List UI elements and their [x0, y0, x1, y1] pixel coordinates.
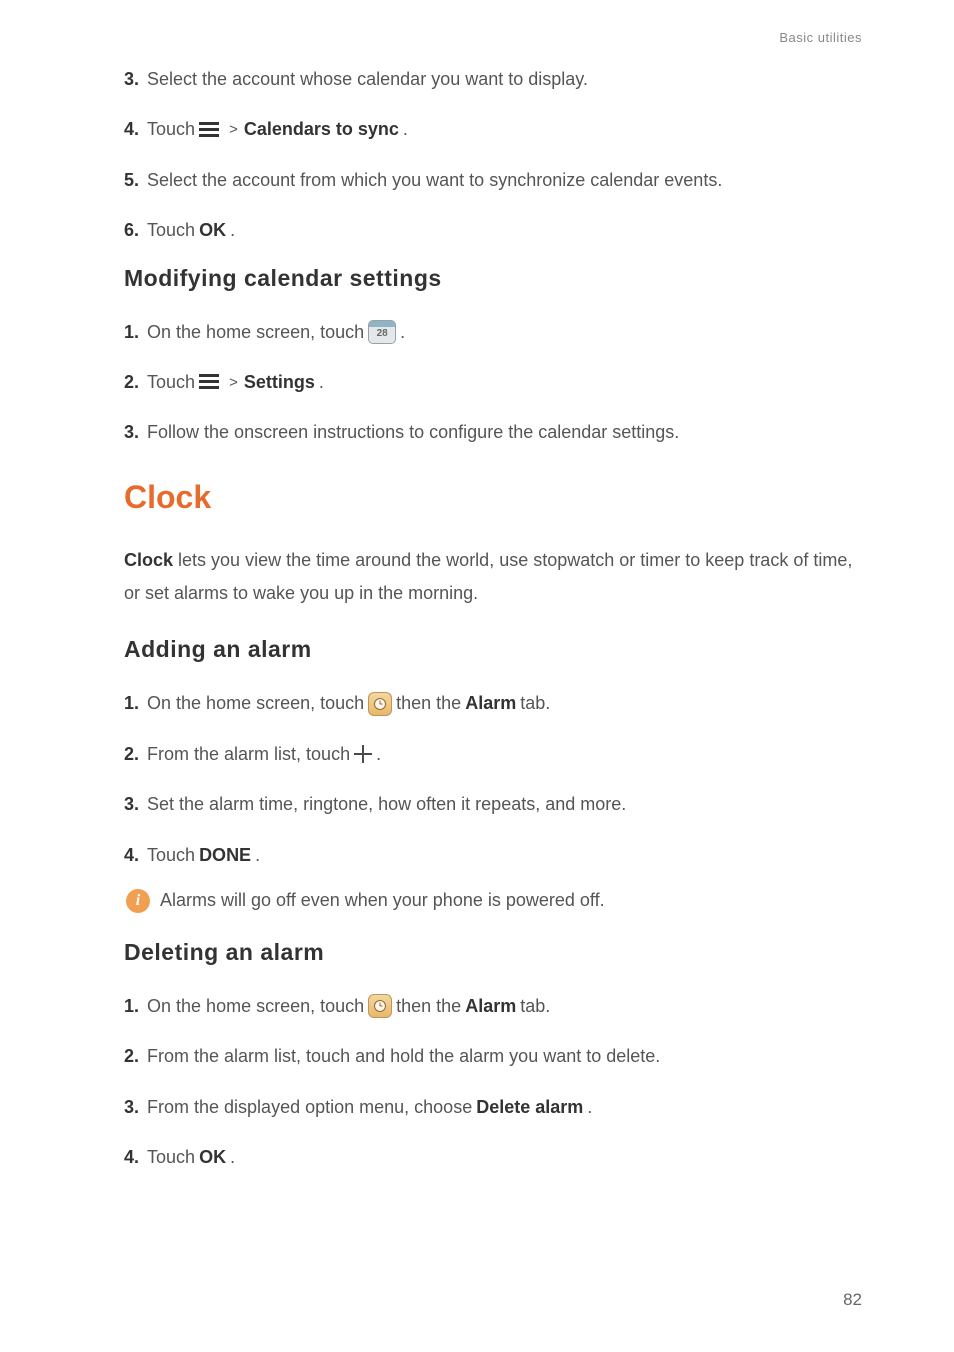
note-text: Alarms will go off even when your phone …	[160, 890, 605, 911]
step-number: 1.	[124, 316, 139, 348]
step-bold: DONE	[199, 839, 251, 871]
clock-icon	[368, 692, 392, 716]
step-5: 5. Select the account from which you wan…	[124, 164, 862, 196]
adding-step-1: 1. On the home screen, touch then the Al…	[124, 687, 862, 719]
step-number: 2.	[124, 738, 139, 770]
deleting-step-4: 4. Touch OK.	[124, 1141, 862, 1173]
modifying-step-2: 2. Touch > Settings.	[124, 366, 862, 398]
heading-adding: Adding an alarm	[124, 636, 862, 663]
deleting-step-2: 2. From the alarm list, touch and hold t…	[124, 1040, 862, 1072]
step-bold: OK	[199, 214, 226, 246]
step-suffix: .	[319, 366, 324, 398]
adding-step-3: 3. Set the alarm time, ringtone, how oft…	[124, 788, 862, 820]
step-suffix: .	[376, 738, 381, 770]
step-text: Select the account whose calendar you wa…	[147, 63, 588, 95]
step-bold: Settings	[244, 366, 315, 398]
breadcrumb-separator: >	[229, 369, 238, 396]
step-number: 2.	[124, 366, 139, 398]
intro-bold: Clock	[124, 550, 173, 570]
step-number: 1.	[124, 687, 139, 719]
step-suffix: .	[230, 1141, 235, 1173]
step-number: 3.	[124, 63, 139, 95]
step-number: 4.	[124, 1141, 139, 1173]
step-text: Touch	[147, 214, 195, 246]
step-text: Touch	[147, 113, 195, 145]
menu-icon	[199, 374, 219, 390]
step-text: On the home screen, touch	[147, 316, 364, 348]
step-number: 6.	[124, 214, 139, 246]
step-4: 4. Touch > Calendars to sync.	[124, 113, 862, 145]
menu-icon	[199, 122, 219, 138]
step-bold: Alarm	[465, 990, 516, 1022]
adding-step-4: 4. Touch DONE.	[124, 839, 862, 871]
step-text: Touch	[147, 839, 195, 871]
step-mid: then the	[396, 990, 461, 1022]
step-suffix: .	[230, 214, 235, 246]
deleting-step-3: 3. From the displayed option menu, choos…	[124, 1091, 862, 1123]
step-number: 1.	[124, 990, 139, 1022]
step-mid: then the	[396, 687, 461, 719]
intro-text: lets you view the time around the world,…	[124, 550, 852, 603]
plus-icon	[354, 745, 372, 763]
heading-clock: Clock	[124, 479, 862, 516]
note: i Alarms will go off even when your phon…	[126, 889, 862, 913]
step-6: 6. Touch OK.	[124, 214, 862, 246]
step-suffix: .	[587, 1091, 592, 1123]
modifying-step-1: 1. On the home screen, touch 28 .	[124, 316, 862, 348]
clock-intro: Clock lets you view the time around the …	[124, 544, 862, 611]
step-text: From the alarm list, touch and hold the …	[147, 1040, 660, 1072]
breadcrumb-separator: >	[229, 116, 238, 143]
step-suffix: tab.	[520, 687, 550, 719]
page-number: 82	[843, 1290, 862, 1310]
step-bold: Alarm	[465, 687, 516, 719]
step-text: From the alarm list, touch	[147, 738, 350, 770]
step-number: 2.	[124, 1040, 139, 1072]
step-bold: Delete alarm	[476, 1091, 583, 1123]
step-text: On the home screen, touch	[147, 687, 364, 719]
step-3: 3. Select the account whose calendar you…	[124, 63, 862, 95]
step-suffix: .	[400, 316, 405, 348]
page-content: Basic utilities 3. Select the account wh…	[0, 0, 954, 1173]
step-text: Set the alarm time, ringtone, how often …	[147, 788, 626, 820]
modifying-step-3: 3. Follow the onscreen instructions to c…	[124, 416, 862, 448]
calendar-icon: 28	[368, 320, 396, 344]
step-number: 5.	[124, 164, 139, 196]
step-suffix: .	[403, 113, 408, 145]
step-number: 4.	[124, 839, 139, 871]
step-text: From the displayed option menu, choose	[147, 1091, 472, 1123]
step-number: 3.	[124, 788, 139, 820]
clock-icon	[368, 994, 392, 1018]
step-text: Touch	[147, 366, 195, 398]
adding-step-2: 2. From the alarm list, touch .	[124, 738, 862, 770]
calendar-day: 28	[377, 325, 388, 343]
step-bold: Calendars to sync	[244, 113, 399, 145]
info-icon: i	[126, 889, 150, 913]
heading-modifying: Modifying calendar settings	[124, 265, 862, 292]
step-bold: OK	[199, 1141, 226, 1173]
step-text: Follow the onscreen instructions to conf…	[147, 416, 679, 448]
step-text: Select the account from which you want t…	[147, 164, 722, 196]
step-text: Touch	[147, 1141, 195, 1173]
step-number: 4.	[124, 113, 139, 145]
deleting-step-1: 1. On the home screen, touch then the Al…	[124, 990, 862, 1022]
section-header: Basic utilities	[124, 30, 862, 45]
heading-deleting: Deleting an alarm	[124, 939, 862, 966]
step-suffix: tab.	[520, 990, 550, 1022]
step-suffix: .	[255, 839, 260, 871]
step-number: 3.	[124, 416, 139, 448]
step-number: 3.	[124, 1091, 139, 1123]
step-text: On the home screen, touch	[147, 990, 364, 1022]
